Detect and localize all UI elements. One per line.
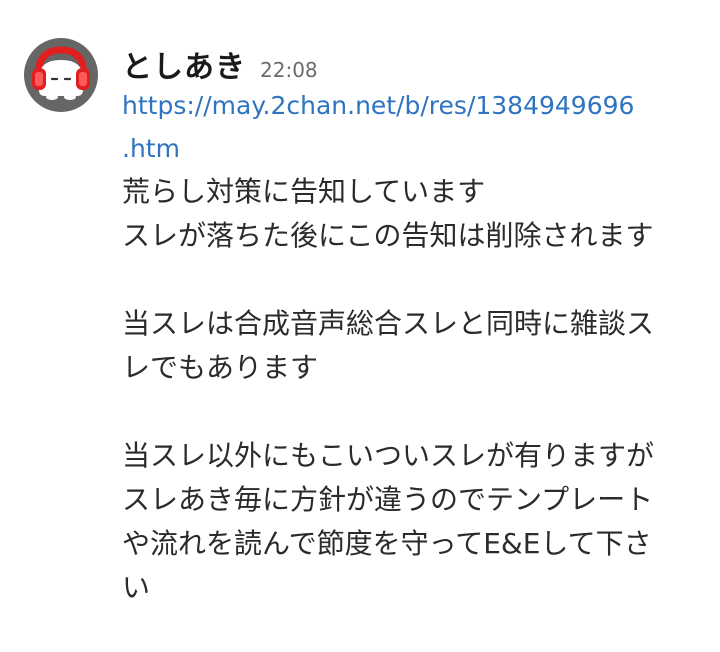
username[interactable]: としあき (122, 42, 246, 86)
paragraph-break (122, 390, 702, 434)
text-line: スレが落ちた後にこの告知は削除されます (122, 219, 654, 252)
timestamp: 22:08 (260, 58, 318, 82)
text-line: や流れを読んで節度を守ってE&Eして下さ (122, 527, 652, 560)
link-line-1[interactable]: https://may.2chan.net/b/res/1384949696 (122, 91, 634, 120)
headphone-character-icon (32, 46, 90, 100)
text-line: スレあき毎に方針が違うのでテンプレート (122, 483, 654, 516)
link-line-2[interactable]: .htm (122, 134, 180, 163)
text-line: 荒らし対策に告知しています (122, 175, 486, 208)
paragraph-break (122, 258, 702, 302)
text-line: 当スレ以外にもこいついスレが有りますが (122, 439, 655, 472)
avatar[interactable] (24, 38, 98, 112)
text-line: い (122, 571, 151, 604)
message-header: としあき 22:08 (122, 42, 318, 85)
message-link[interactable]: https://may.2chan.net/b/res/1384949696 .… (122, 84, 702, 170)
text-line: レでもあります (122, 351, 319, 384)
message-body: https://may.2chan.net/b/res/1384949696 .… (122, 84, 702, 610)
text-line: 当スレは合成音声総合スレと同時に雑談ス (122, 307, 655, 340)
chat-message: としあき 22:08 https://may.2chan.net/b/res/1… (0, 0, 720, 652)
